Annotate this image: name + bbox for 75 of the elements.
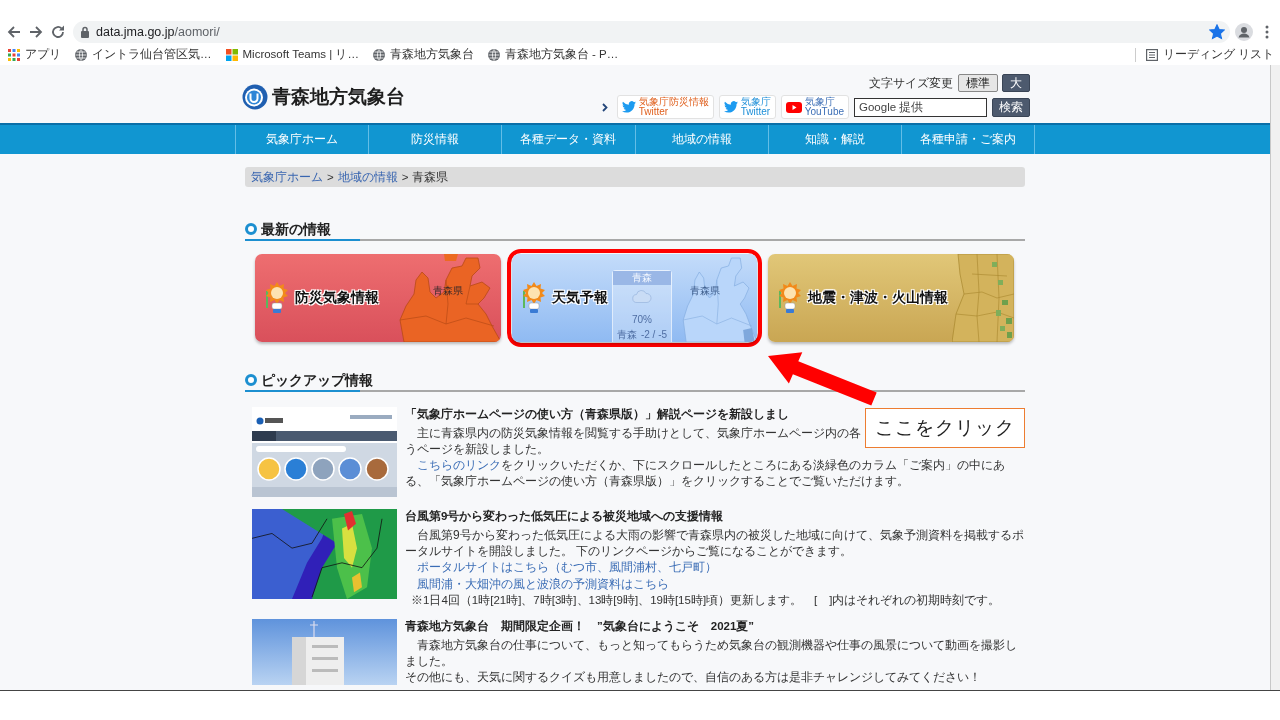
site-title[interactable]: 青森地方気象台 (272, 84, 405, 110)
body-text: 台風第9号から変わった低気圧による大雨の影響で青森県内の被災した地域に向けて、気象予測資料を掲載するポータルサイトを開設しました。 下のリンクページからご覧になることができます。 (405, 527, 1025, 559)
bookmark-link[interactable]: 青森地方気象台 (372, 47, 474, 62)
bookmark-link[interactable]: 青森地方気象台 - P… (487, 47, 619, 62)
ring-icon (245, 223, 257, 235)
map-label: 青森県 (433, 284, 463, 298)
globe-icon (487, 48, 500, 61)
body-text: うページ (405, 442, 453, 456)
reload-icon[interactable] (50, 24, 66, 40)
globe-icon (372, 48, 385, 61)
text-link[interactable]: 風間浦・大畑沖の風と波浪の予測資料はこちら (417, 576, 669, 593)
ring-icon (245, 374, 257, 386)
back-icon[interactable] (6, 24, 22, 40)
body-text: を新設しました。 (453, 442, 549, 456)
mascot-icon (520, 282, 548, 314)
lock-icon (80, 26, 90, 38)
bird-icon (621, 101, 636, 113)
social-link[interactable]: 気象庁 Twitter (718, 95, 776, 119)
item-title[interactable]: 台風第9号から変わった低気圧による被災地域への支援情報 (405, 509, 724, 524)
play-icon (785, 101, 802, 113)
search-button[interactable]: 検索 (992, 97, 1030, 117)
forward-icon[interactable] (28, 24, 44, 40)
reading-list-icon (1145, 48, 1158, 61)
breadcrumb-separator: > (327, 171, 334, 183)
cloud-icon (632, 290, 652, 303)
body-text: こちらのリンク をクリックいただくか、下にスクロールしたところにある淡緑色のカラム「ご案内」の中にある、「気象庁ホームページの使い方（青森県版）」をクリックすることでご覧いただけます。 (405, 457, 1006, 489)
four-squares-icon (225, 48, 238, 61)
section-heading: ピックアップ情報 (261, 371, 373, 390)
rain-map-drawing[interactable] (252, 509, 397, 599)
font-size-button[interactable]: 標準 (958, 74, 998, 92)
font-size-label: 文字サイズ変更 (869, 74, 953, 92)
section-heading: 最新の情報 (261, 220, 331, 239)
item-title[interactable]: 青森地方気象台 期間限定企画！ ”気象台にようこそ 2021夏” (405, 619, 755, 634)
scrollbar[interactable] (1270, 65, 1280, 690)
mascot-icon (776, 282, 804, 314)
city-name: 青森 (616, 328, 637, 341)
breadcrumb-separator: > (401, 171, 409, 183)
social-link[interactable]: 気象庁 YouTube (780, 95, 849, 119)
map-label: 青森県 (690, 284, 720, 298)
body-text: 主に青森県内の防災気象情報を閲覧する手助けとして、気象庁ホームページ内の各 (417, 425, 861, 441)
logo-icon[interactable] (242, 84, 268, 110)
chevron-icon (601, 102, 608, 112)
social-link[interactable]: 気象庁防災情報 Twitter (616, 95, 714, 119)
bookmark-link[interactable]: Microsoft Teams | リ… (225, 47, 359, 62)
callout-label: ここをクリック (865, 408, 1025, 448)
globe-icon (75, 48, 87, 61)
body-text: 青森地方気象台の仕事について、もっと知ってもらうため気象台の観測機器や仕事の風景について動画を撮影しました。 (405, 637, 1018, 669)
card-link[interactable]: 天気予報 (520, 282, 608, 314)
font-size-button[interactable]: 大 (1002, 74, 1030, 92)
search-field[interactable]: Google 提供 (854, 97, 987, 117)
bookmark-link[interactable]: アプリ (8, 47, 61, 62)
mascot-icon (263, 282, 291, 314)
reading-list-link[interactable]: リーディング リスト (1145, 47, 1274, 62)
menu-icon[interactable] (1265, 25, 1269, 39)
address-field[interactable]: data.jma.go.jp/aomori/ (73, 21, 1230, 43)
text-link[interactable]: こちらのリンク (417, 458, 501, 472)
card-link[interactable]: 防災気象情報 (263, 282, 379, 314)
rain-chance: 70% (632, 313, 652, 326)
card-link[interactable]: 地震・津波・火山情報 (776, 282, 948, 314)
star-icon[interactable] (1209, 24, 1225, 40)
building-photo[interactable] (252, 619, 397, 685)
panel-title: 青森 (613, 271, 671, 285)
apps-grid-icon (8, 48, 20, 61)
website-screenshot-drawing[interactable] (252, 407, 397, 497)
bird-icon (723, 101, 738, 113)
footnote-text: ※1日4回（1時[21時]、7時[3時]、13時[9時]、19時[15時]頃）更新します。 [ ]内はそれぞれの初期時刻です。 (411, 593, 1001, 607)
temperature-range: -2 / -5 (640, 328, 668, 341)
breadcrumb-current: 青森県 (412, 169, 449, 185)
bookmark-link[interactable]: イントラ仙台管区気… (75, 47, 212, 62)
item-title[interactable]: 「気象庁ホームページの使い方（青森県版）」解説ページを新設しまし (405, 407, 789, 422)
profile-icon[interactable] (1235, 23, 1253, 41)
breadcrumb-link[interactable]: 地域の情報 (337, 169, 398, 185)
text-link[interactable]: ポータルサイトはこちら（むつ市、風間浦村、七戸町） (417, 559, 717, 576)
body-text: その他にも、天気に関するクイズも用意しましたので、自信のある方は是非チャレンジしてみてください！ (405, 669, 981, 685)
breadcrumb-link[interactable]: 気象庁ホーム (251, 169, 323, 185)
